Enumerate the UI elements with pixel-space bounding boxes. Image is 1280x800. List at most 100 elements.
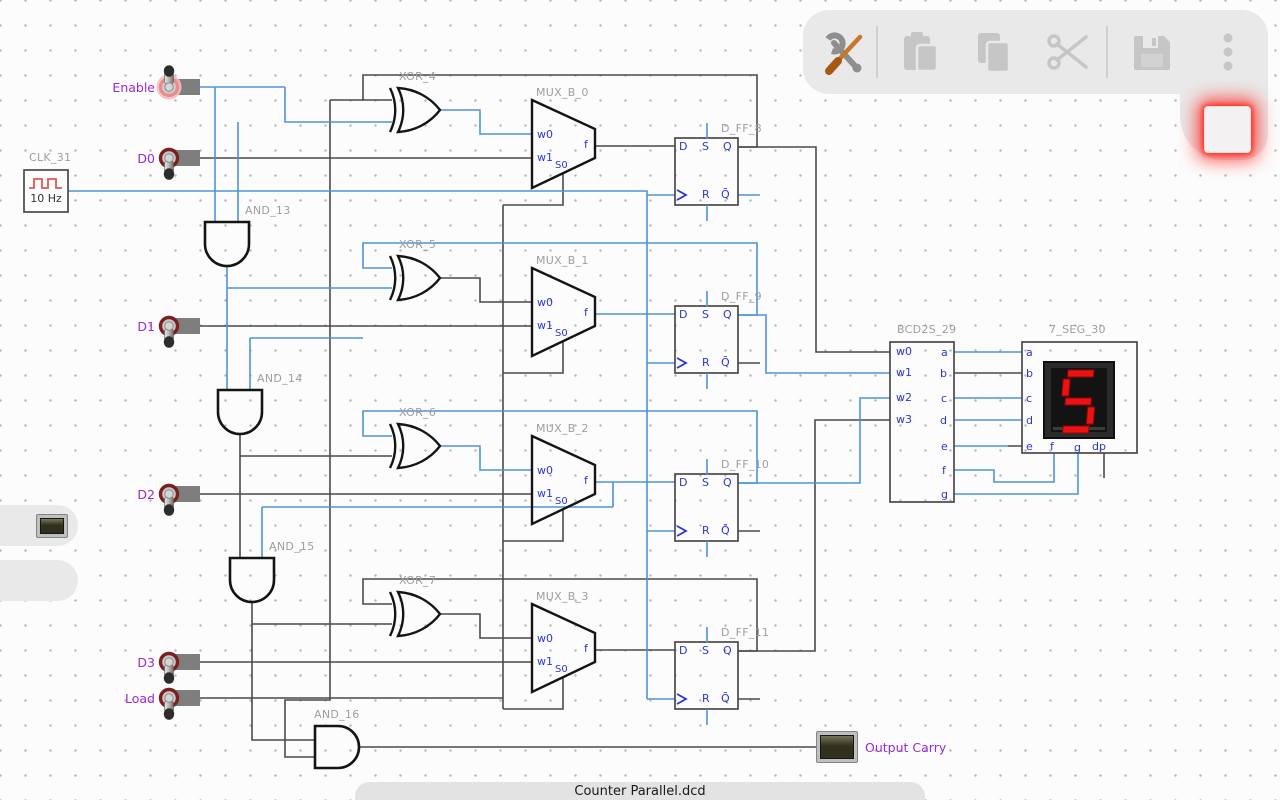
xor-gate — [395, 422, 442, 470]
clock-frequency: 10 Hz — [30, 192, 62, 205]
toolbar-divider — [876, 26, 878, 78]
ff-pin-qbar: Q̄ — [721, 692, 730, 705]
seg-pin-e: e — [1026, 440, 1033, 453]
wires-low — [182, 74, 1105, 758]
ff-pin-qbar: Q̄ — [721, 524, 730, 537]
copy-icon[interactable] — [972, 29, 1018, 75]
seg-pin-f: f — [1050, 440, 1054, 453]
stop-simulation-button[interactable] — [1204, 106, 1251, 153]
and-gate-16[interactable] — [313, 724, 361, 770]
bcd-pin-e: e — [941, 440, 948, 453]
ff-pin-qbar: Q̄ — [721, 188, 730, 201]
toolbar-divider — [1106, 26, 1108, 78]
and14-label: AND_14 — [257, 372, 303, 385]
bcd-pin-w1: w1 — [896, 366, 912, 379]
toggle-switch-d0[interactable] — [158, 147, 201, 180]
ff-pin-d: D — [679, 476, 688, 489]
ff-pin-q: Q — [723, 476, 732, 489]
mux-pin-w0: w0 — [537, 632, 553, 645]
toggle-switch-d2[interactable] — [158, 483, 201, 516]
more-icon[interactable] — [1205, 29, 1251, 75]
mux-pin-w0: w0 — [537, 296, 553, 309]
mux-pin-w0: w0 — [537, 128, 553, 141]
toggle-switch-load[interactable] — [158, 687, 201, 720]
mux-pin-w1: w1 — [537, 151, 553, 164]
output-carry-led[interactable] — [816, 731, 858, 763]
ff-pin-r: R — [702, 524, 710, 537]
and16-label: AND_16 — [314, 708, 360, 721]
circuit-layer — [23, 65, 1138, 770]
xor5-label: XOR_5 — [399, 238, 437, 251]
dff8-label: D_FF_8 — [721, 122, 762, 135]
stage-0[interactable] — [388, 86, 739, 221]
cut-icon[interactable] — [1045, 29, 1091, 75]
toggle-switch-d3[interactable] — [158, 651, 201, 684]
toggle-switch-d1[interactable] — [158, 315, 201, 348]
stage-3[interactable] — [388, 590, 739, 725]
dff9-label: D_FF_9 — [721, 290, 762, 303]
clock-pin-icon — [676, 693, 688, 705]
stage-2[interactable] — [388, 422, 739, 557]
stage-1[interactable] — [388, 254, 739, 389]
palette-led-icon[interactable] — [36, 514, 68, 538]
file-name-bar[interactable]: Counter Parallel.dcd — [355, 782, 925, 800]
ff-pin-r: R — [702, 692, 710, 705]
mux-pin-s0: S0 — [555, 328, 568, 339]
seg-pin-c: c — [1026, 392, 1033, 405]
clock-component[interactable] — [23, 169, 69, 213]
ff-pin-r: R — [702, 356, 710, 369]
and15-label: AND_15 — [269, 540, 315, 553]
bcd-pin-g: g — [941, 488, 948, 501]
xor6-label: XOR_6 — [399, 406, 437, 419]
and-gate-13[interactable] — [203, 220, 251, 268]
ff-pin-r: R — [702, 188, 710, 201]
dff11-label: D_FF_11 — [721, 626, 770, 639]
mux-pin-f: f — [584, 474, 588, 487]
clock-pin-icon — [676, 357, 688, 369]
seven-seg-display — [1043, 361, 1115, 439]
mux-pin-s0: S0 — [555, 496, 568, 507]
mux-pin-s0: S0 — [555, 160, 568, 171]
ff-pin-s: S — [702, 140, 709, 153]
ff-pin-s: S — [702, 308, 709, 321]
mux-pin-s0: S0 — [555, 664, 568, 675]
seg-pin-b: b — [1026, 367, 1033, 380]
paste-icon[interactable] — [899, 29, 945, 75]
palette-switch-item[interactable] — [0, 560, 78, 601]
mux-pin-w1: w1 — [537, 487, 553, 500]
tools-icon[interactable] — [820, 29, 866, 75]
load-label: Load — [125, 691, 155, 706]
mux0-label: MUX_B_0 — [536, 86, 589, 99]
ff-pin-qbar: Q̄ — [721, 356, 730, 369]
ff-pin-d: D — [679, 308, 688, 321]
ff-pin-d: D — [679, 140, 688, 153]
ff-pin-s: S — [702, 644, 709, 657]
mux-pin-f: f — [584, 138, 588, 151]
xor7-label: XOR_7 — [399, 574, 437, 587]
mux-pin-f: f — [584, 642, 588, 655]
mux3-label: MUX_B_3 — [536, 590, 589, 603]
bcd-pin-b: b — [940, 367, 947, 380]
seg-label: 7_SEG_30 — [1049, 323, 1106, 336]
circuit-canvas[interactable]: CLK_31 10 Hz AND_13 AND_14 AND_15 AND_16… — [0, 0, 1280, 800]
ff-pin-q: Q — [723, 308, 732, 321]
mux-pin-f: f — [584, 306, 588, 319]
ff-pin-q: Q — [723, 644, 732, 657]
clock-label: CLK_31 — [29, 151, 72, 164]
bcd-label: BCD2S_29 — [897, 323, 957, 336]
and-gate-14[interactable] — [216, 388, 264, 436]
d1-label: D1 — [137, 319, 155, 334]
save-icon[interactable] — [1129, 29, 1175, 75]
mux1-label: MUX_B_1 — [536, 254, 589, 267]
enable-label: Enable — [112, 80, 155, 95]
mux-pin-w1: w1 — [537, 655, 553, 668]
xor4-label: XOR_4 — [399, 70, 437, 83]
output-carry-label: Output Carry — [865, 740, 947, 755]
toolbar — [803, 10, 1268, 94]
mux2-label: MUX_B_2 — [536, 422, 589, 435]
toggle-switch-enable[interactable] — [156, 65, 201, 100]
ff-pin-s: S — [702, 476, 709, 489]
and-gate-15[interactable] — [228, 556, 276, 604]
bcd-pin-w0: w0 — [896, 345, 912, 358]
ff-pin-d: D — [679, 644, 688, 657]
